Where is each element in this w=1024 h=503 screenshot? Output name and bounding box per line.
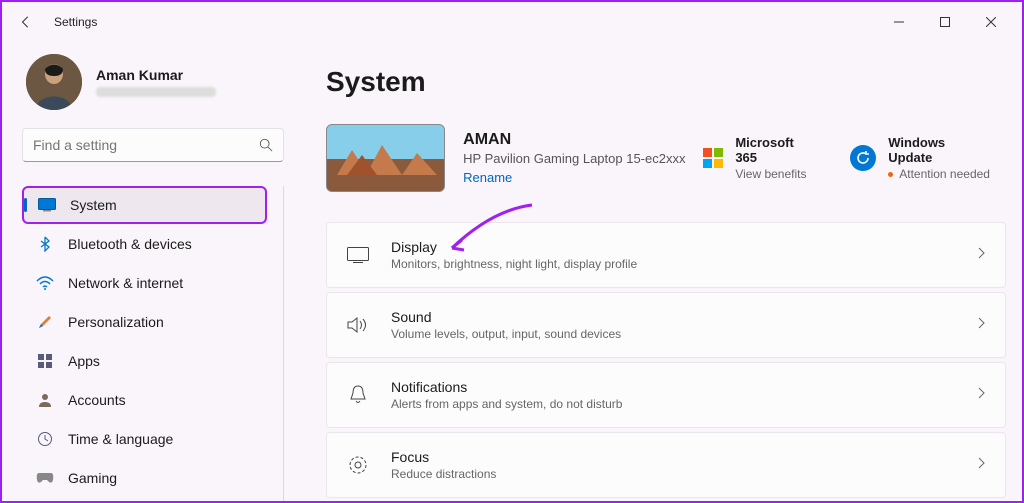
card-title: Focus	[391, 449, 496, 465]
windows-update-tile[interactable]: Windows Update Attention needed	[850, 135, 992, 181]
rename-link[interactable]: Rename	[463, 170, 685, 185]
card-sub: Reduce distractions	[391, 467, 496, 481]
card-title: Sound	[391, 309, 621, 325]
bluetooth-icon	[36, 235, 54, 253]
card-sub: Alerts from apps and system, do not dist…	[391, 397, 622, 411]
desktop-thumb	[326, 124, 445, 192]
back-button[interactable]	[10, 6, 42, 38]
sidebar-item-gaming[interactable]: Gaming	[22, 459, 267, 497]
sidebar-item-apps[interactable]: Apps	[22, 342, 267, 380]
bell-icon	[347, 385, 369, 405]
accounts-icon	[36, 391, 54, 409]
user-profile[interactable]: Aman Kumar	[22, 54, 284, 110]
search-box[interactable]	[22, 128, 284, 162]
sidebar-item-label: Accounts	[68, 392, 126, 408]
settings-cards: Display Monitors, brightness, night light…	[326, 222, 1006, 498]
user-name: Aman Kumar	[96, 67, 216, 83]
card-title: Display	[391, 239, 637, 255]
wu-sub: Attention needed	[899, 167, 990, 181]
sound-icon	[347, 316, 369, 334]
search-input[interactable]	[33, 137, 259, 153]
avatar	[26, 54, 82, 110]
microsoft-logo-icon	[703, 148, 723, 168]
card-focus[interactable]: Focus Reduce distractions	[326, 432, 1006, 498]
system-icon	[38, 196, 56, 214]
chevron-right-icon	[977, 316, 985, 334]
sidebar-item-label: Apps	[68, 353, 100, 369]
window-controls	[876, 6, 1014, 38]
display-icon	[347, 247, 369, 263]
titlebar: Settings	[2, 2, 1022, 42]
device-model: HP Pavilion Gaming Laptop 15-ec2xxx	[463, 151, 685, 166]
card-title: Notifications	[391, 379, 622, 395]
card-display[interactable]: Display Monitors, brightness, night light…	[326, 222, 1006, 288]
sidebar: Aman Kumar System Bluetooth & devices Ne…	[2, 42, 292, 501]
sidebar-item-time[interactable]: Time & language	[22, 420, 267, 458]
apps-icon	[36, 352, 54, 370]
sidebar-item-label: Time & language	[68, 431, 173, 447]
attention-dot-icon	[888, 172, 893, 177]
page-title: System	[326, 66, 1006, 98]
wifi-icon	[36, 274, 54, 292]
ms365-sub: View benefits	[735, 167, 818, 181]
focus-icon	[347, 455, 369, 475]
card-sound[interactable]: Sound Volume levels, output, input, sound…	[326, 292, 1006, 358]
gaming-icon	[36, 469, 54, 487]
app-title: Settings	[54, 15, 97, 29]
user-email-redacted	[96, 87, 216, 97]
nav-list: System Bluetooth & devices Network & int…	[22, 186, 284, 501]
sidebar-item-accounts[interactable]: Accounts	[22, 381, 267, 419]
close-button[interactable]	[968, 6, 1014, 38]
main-content: System AMAN HP Pavilion Gaming Laptop 15…	[292, 42, 1022, 501]
sidebar-item-bluetooth[interactable]: Bluetooth & devices	[22, 225, 267, 263]
ms365-title: Microsoft 365	[735, 135, 818, 165]
sidebar-item-label: Network & internet	[68, 275, 183, 291]
clock-icon	[36, 430, 54, 448]
minimize-button[interactable]	[876, 6, 922, 38]
brush-icon	[36, 313, 54, 331]
card-sub: Monitors, brightness, night light, displ…	[391, 257, 637, 271]
chevron-right-icon	[977, 386, 985, 404]
sync-icon	[850, 145, 876, 171]
device-name: AMAN	[463, 131, 685, 149]
device-hero: AMAN HP Pavilion Gaming Laptop 15-ec2xxx…	[326, 124, 1006, 192]
maximize-button[interactable]	[922, 6, 968, 38]
wu-title: Windows Update	[888, 135, 992, 165]
sidebar-item-personalization[interactable]: Personalization	[22, 303, 267, 341]
sidebar-item-label: System	[70, 197, 117, 213]
sidebar-item-label: Bluetooth & devices	[68, 236, 192, 252]
search-icon	[259, 138, 273, 152]
card-sub: Volume levels, output, input, sound devi…	[391, 327, 621, 341]
sidebar-item-system[interactable]: System	[22, 186, 267, 224]
sidebar-item-network[interactable]: Network & internet	[22, 264, 267, 302]
sidebar-item-label: Gaming	[68, 470, 117, 486]
chevron-right-icon	[977, 246, 985, 264]
chevron-right-icon	[977, 456, 985, 474]
ms365-tile[interactable]: Microsoft 365 View benefits	[703, 135, 818, 181]
card-notifications[interactable]: Notifications Alerts from apps and system…	[326, 362, 1006, 428]
sidebar-item-label: Personalization	[68, 314, 164, 330]
